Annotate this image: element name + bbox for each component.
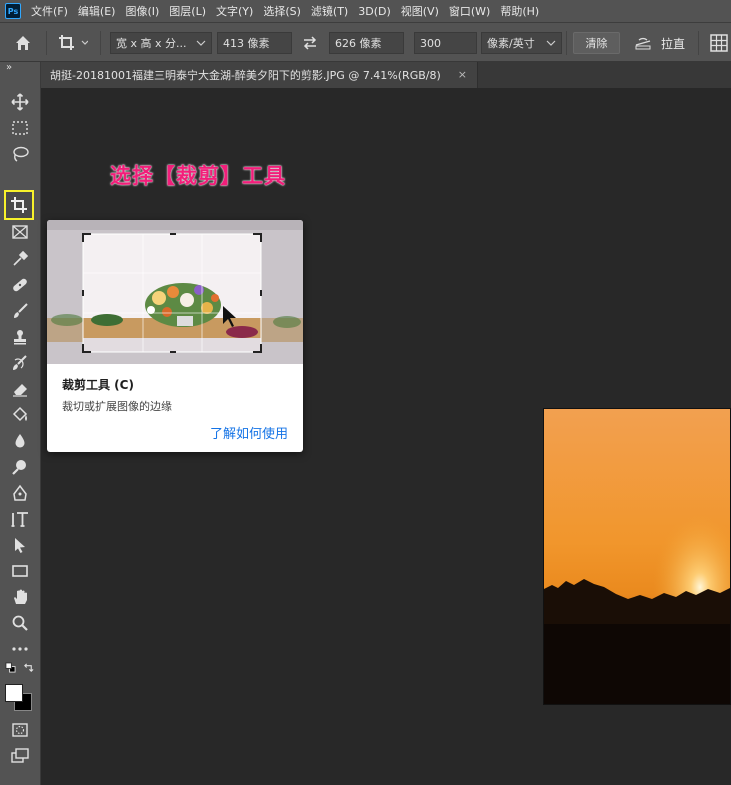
instruction-annotation: 选择【裁剪】工具 — [110, 164, 286, 188]
document-image[interactable] — [543, 408, 731, 705]
options-bar: 宽 x 高 x 分... 413 像素 626 像素 300 像素/英寸 清除 … — [0, 22, 731, 62]
quick-mask-icon[interactable] — [7, 718, 33, 742]
screen-mode-icon[interactable] — [7, 744, 33, 768]
menu-bar: Ps 文件(F) 编辑(E) 图像(I) 图层(L) 文字(Y) 选择(S) 滤… — [0, 0, 731, 22]
brush-tool-icon[interactable] — [7, 299, 33, 323]
swap-colors-icon[interactable] — [20, 660, 36, 674]
menu-window[interactable]: 窗口(W) — [449, 3, 490, 19]
menu-view[interactable]: 视图(V) — [401, 3, 439, 19]
healing-brush-tool-icon[interactable] — [7, 273, 33, 297]
resolution-input[interactable]: 300 — [414, 32, 477, 54]
paint-bucket-tool-icon[interactable] — [7, 403, 33, 427]
document-tab-bar: 胡挺-20181001福建三明泰宁大金湖-醉美夕阳下的剪影.JPG @ 7.41… — [41, 62, 731, 88]
document-tab[interactable]: 胡挺-20181001福建三明泰宁大金湖-醉美夕阳下的剪影.JPG @ 7.41… — [41, 62, 478, 88]
menu-edit[interactable]: 编辑(E) — [78, 3, 116, 19]
crop-tool-icon[interactable] — [4, 190, 34, 220]
marquee-tool-icon[interactable] — [7, 116, 33, 140]
ratio-preset-select[interactable]: 宽 x 高 x 分... — [110, 32, 212, 54]
height-input[interactable]: 626 像素 — [329, 32, 404, 54]
menu-type[interactable]: 文字(Y) — [216, 3, 253, 19]
learn-how-link[interactable]: 了解如何使用 — [210, 423, 288, 442]
pen-tool-icon[interactable] — [7, 481, 33, 505]
crop-tool-preset-icon[interactable] — [58, 32, 88, 54]
menu-3d[interactable]: 3D(D) — [358, 5, 391, 18]
default-colors-icon[interactable] — [2, 660, 18, 674]
chevron-down-icon — [546, 40, 556, 46]
document-tab-title: 胡挺-20181001福建三明泰宁大金湖-醉美夕阳下的剪影.JPG @ 7.41… — [50, 69, 441, 82]
chevron-down-icon — [196, 40, 206, 46]
path-selection-tool-icon[interactable] — [7, 533, 33, 557]
tooltip-description: 裁切或扩展图像的边缘 — [62, 400, 172, 413]
history-brush-tool-icon[interactable] — [7, 351, 33, 375]
frame-tool-icon[interactable] — [7, 220, 33, 244]
collapse-panel-icon[interactable]: » — [6, 62, 12, 73]
menu-image[interactable]: 图像(I) — [125, 3, 159, 19]
type-tool-icon[interactable] — [7, 507, 33, 531]
resolution-unit-value: 像素/英寸 — [487, 37, 535, 50]
tooltip-preview-image — [47, 220, 303, 364]
lasso-tool-icon[interactable] — [7, 142, 33, 166]
tooltip-title: 裁剪工具 (C) — [62, 378, 134, 392]
menu-select[interactable]: 选择(S) — [263, 3, 301, 19]
hand-tool-icon[interactable] — [7, 585, 33, 609]
rectangle-tool-icon[interactable] — [7, 559, 33, 583]
menu-layer[interactable]: 图层(L) — [169, 3, 206, 19]
straighten-label: 拉直 — [661, 36, 686, 51]
width-input[interactable]: 413 像素 — [217, 32, 292, 54]
resolution-unit-select[interactable]: 像素/英寸 — [481, 32, 562, 54]
eraser-tool-icon[interactable] — [7, 377, 33, 401]
sunset-photo — [544, 409, 730, 704]
straighten-button[interactable]: 拉直 — [634, 32, 688, 54]
photoshop-logo-icon: Ps — [5, 3, 21, 19]
move-tool-icon[interactable] — [7, 90, 33, 114]
blur-tool-icon[interactable] — [7, 429, 33, 453]
dodge-tool-icon[interactable] — [7, 455, 33, 479]
close-tab-icon[interactable]: × — [458, 68, 467, 81]
straighten-icon — [635, 37, 651, 50]
crop-tool-tooltip: 裁剪工具 (C) 裁切或扩展图像的边缘 了解如何使用 — [47, 220, 303, 452]
swap-dimensions-icon[interactable] — [302, 32, 318, 54]
zoom-tool-icon[interactable] — [7, 611, 33, 635]
tools-panel: » — [0, 62, 41, 785]
menu-help[interactable]: 帮助(H) — [500, 3, 539, 19]
grid-overlay-icon[interactable] — [710, 32, 728, 54]
clone-stamp-tool-icon[interactable] — [7, 325, 33, 349]
eyedropper-tool-icon[interactable] — [7, 247, 33, 271]
ratio-preset-value: 宽 x 高 x 分... — [116, 37, 187, 50]
clear-button[interactable]: 清除 — [573, 32, 620, 54]
home-icon[interactable] — [14, 32, 32, 54]
foreground-color-swatch[interactable] — [5, 684, 23, 702]
menu-file[interactable]: 文件(F) — [31, 3, 68, 19]
menu-filter[interactable]: 滤镜(T) — [311, 3, 348, 19]
more-tools-icon[interactable] — [7, 637, 33, 661]
